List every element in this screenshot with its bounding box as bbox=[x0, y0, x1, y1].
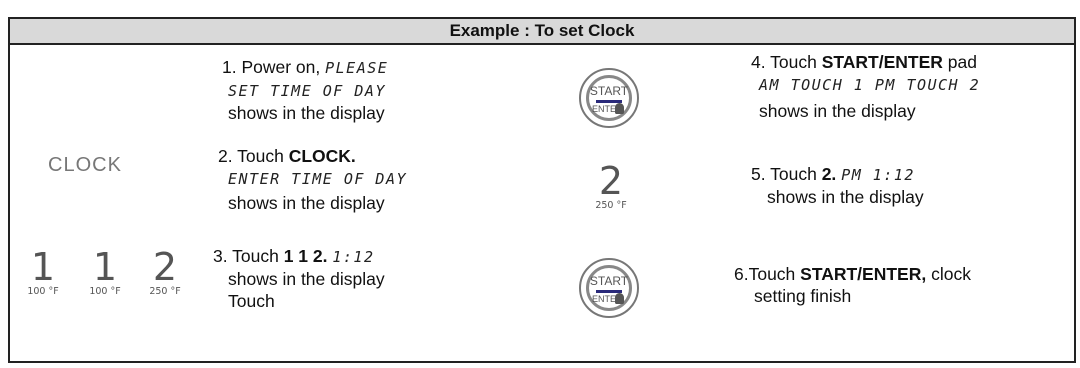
step-4-suffix: shows in the display bbox=[759, 101, 916, 121]
step-1: 1. Power on, PLEASE SET TIME OF DAY show… bbox=[222, 56, 388, 124]
clock-pad-label: CLOCK bbox=[48, 154, 122, 176]
step-6-line2: setting finish bbox=[754, 286, 852, 306]
step-2-suffix: shows in the display bbox=[228, 193, 385, 213]
step-3-line2: shows in the display bbox=[228, 269, 385, 289]
start-enter-button-2: START ENTER bbox=[579, 258, 639, 318]
lock-icon bbox=[615, 103, 624, 114]
step-2-bold: CLOCK. bbox=[288, 146, 356, 166]
panel-title: Example : To set Clock bbox=[10, 19, 1074, 45]
step-4-text: 4. Touch bbox=[751, 52, 822, 72]
step-4: 4. Touch START/ENTER pad AM TOUCH 1 PM T… bbox=[751, 51, 980, 122]
step-5-lcd: PM 1:12 bbox=[841, 166, 915, 184]
step-4-after: pad bbox=[942, 52, 977, 72]
step-1-text: 1. Power on, bbox=[222, 57, 326, 77]
digit-value: 2 bbox=[598, 159, 624, 203]
step-5-suffix: shows in the display bbox=[767, 187, 924, 207]
digit-value: 2 bbox=[152, 245, 178, 289]
step-4-bold: START/ENTER bbox=[821, 52, 943, 72]
step-2-lcd: ENTER TIME OF DAY bbox=[228, 170, 408, 188]
digit-pad-2: 2 250 °F bbox=[140, 248, 190, 297]
start-label: START bbox=[589, 84, 629, 98]
step-3-text: 3. Touch bbox=[213, 246, 284, 266]
step-5-text: 5. Touch bbox=[751, 164, 822, 184]
start-enter-button: START ENTER bbox=[579, 68, 639, 128]
step-1-lcd-line2: SET TIME OF DAY bbox=[228, 82, 386, 100]
digit-temp: 100 °F bbox=[89, 286, 121, 297]
step-1-lcd-line1: PLEASE bbox=[325, 59, 389, 77]
step-6-text: 6.Touch bbox=[734, 264, 801, 284]
step-5-bold: 2. bbox=[821, 164, 837, 184]
digit-temp: 100 °F bbox=[27, 286, 59, 297]
step-3-lcd: 1:12 bbox=[332, 248, 375, 266]
start-label: START bbox=[589, 274, 629, 288]
step-3: 3. Touch 1 1 2. 1:12 shows in the displa… bbox=[213, 245, 385, 312]
step-1-suffix: shows in the display bbox=[228, 103, 385, 123]
digit-pad-2-middle: 2 250 °F bbox=[586, 162, 636, 211]
step-6: 6.Touch START/ENTER, clock setting finis… bbox=[734, 263, 971, 307]
step-5: 5. Touch 2. PM 1:12 shows in the display bbox=[751, 163, 924, 208]
digit-value: 1 bbox=[92, 245, 118, 289]
step-3-bold: 1 1 2. bbox=[283, 246, 328, 266]
lock-icon bbox=[615, 293, 624, 304]
digit-pad-1b: 1 100 °F bbox=[80, 248, 130, 297]
step-3-line3: Touch bbox=[228, 291, 275, 311]
step-2-text: 2. Touch bbox=[218, 146, 289, 166]
digit-temp: 250 °F bbox=[149, 286, 181, 297]
step-6-after: clock bbox=[926, 264, 971, 284]
step-6-bold: START/ENTER, bbox=[800, 264, 927, 284]
digit-temp: 250 °F bbox=[595, 200, 627, 211]
step-4-lcd: AM TOUCH 1 PM TOUCH 2 bbox=[759, 76, 981, 94]
digit-pad-1: 1 100 °F bbox=[18, 248, 68, 297]
digit-value: 1 bbox=[30, 245, 56, 289]
step-2: 2. Touch CLOCK. ENTER TIME OF DAY shows … bbox=[218, 145, 407, 214]
